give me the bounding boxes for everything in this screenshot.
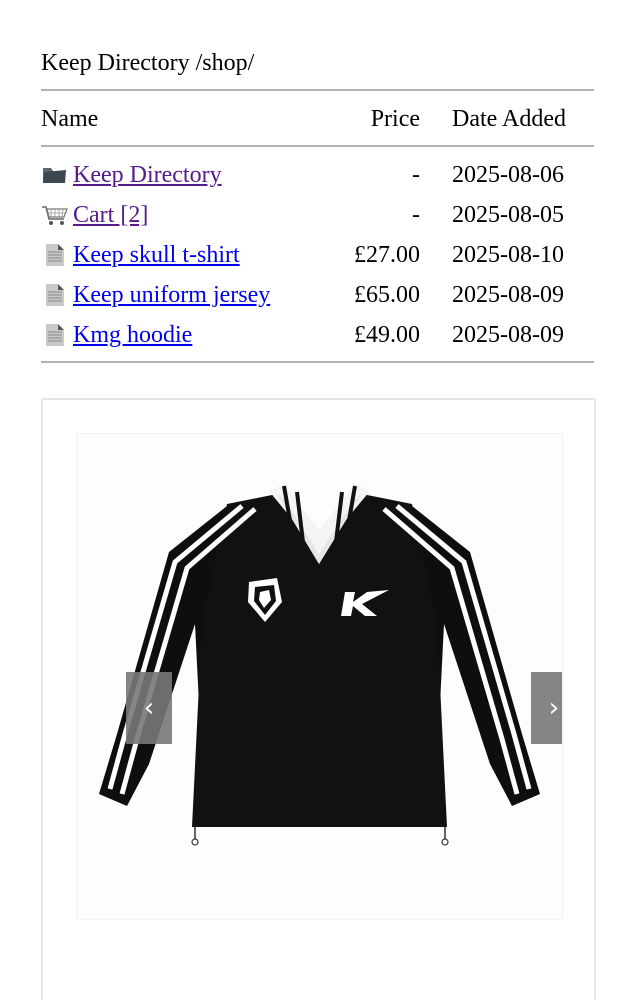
row-date: 2025-08-06 xyxy=(452,162,564,188)
row-link-keep-directory[interactable]: Keep Directory xyxy=(73,155,222,195)
folder-icon xyxy=(43,168,66,183)
row-price: - xyxy=(412,202,420,228)
file-icon xyxy=(46,284,64,306)
row-link-keep-skull-t-shirt[interactable]: Keep skull t-shirt xyxy=(73,235,240,275)
row-date: 2025-08-09 xyxy=(452,282,564,308)
header-rule-bottom xyxy=(41,145,594,147)
column-header-name[interactable]: Name xyxy=(41,99,98,139)
row-date: 2025-08-05 xyxy=(452,202,564,228)
cart-icon xyxy=(42,206,68,225)
column-header-date[interactable]: Date Added xyxy=(452,99,566,139)
row-price: £27.00 xyxy=(354,242,420,268)
carousel-prev-button[interactable]: ‹ xyxy=(126,672,172,744)
row-date: 2025-08-09 xyxy=(452,322,564,348)
column-header-price[interactable]: Price xyxy=(371,99,420,139)
row-price: - xyxy=(412,162,420,188)
table-rule-bottom xyxy=(41,361,594,363)
row-link-keep-uniform-jersey[interactable]: Keep uniform jersey xyxy=(73,275,270,315)
row-price: £65.00 xyxy=(354,282,420,308)
header-rule-top xyxy=(41,89,594,91)
carousel-next-button[interactable]: › xyxy=(531,672,562,744)
table-row: Keep Directory - 2025-08-06 xyxy=(41,155,594,195)
file-icon xyxy=(46,244,64,266)
product-image: ‹ › xyxy=(76,433,563,920)
table-row: Cart [2] - 2025-08-05 xyxy=(41,195,594,235)
table-row: Kmg hoodie £49.00 2025-08-09 xyxy=(41,315,594,355)
row-price: £49.00 xyxy=(354,322,420,348)
file-icon xyxy=(46,324,64,346)
row-link-cart[interactable]: Cart [2] xyxy=(73,195,148,235)
table-header: Name Price Date Added xyxy=(41,99,594,139)
row-link-kmg-hoodie[interactable]: Kmg hoodie xyxy=(73,315,192,355)
table-row: Keep uniform jersey £65.00 2025-08-09 xyxy=(41,275,594,315)
product-carousel: ‹ › xyxy=(41,398,596,1000)
table-row: Keep skull t-shirt £27.00 2025-08-10 xyxy=(41,235,594,275)
page-title: Keep Directory /shop/ xyxy=(41,50,255,76)
row-date: 2025-08-10 xyxy=(452,242,564,268)
